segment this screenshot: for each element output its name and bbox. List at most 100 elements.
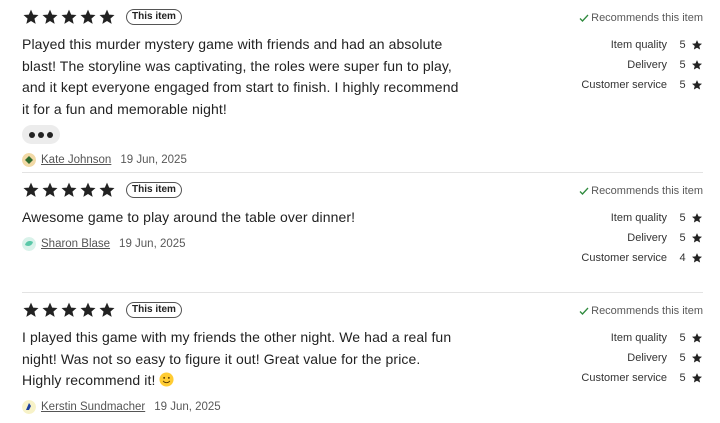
review-date: 19 Jun, 2025 <box>154 400 221 413</box>
review-summary: Recommends this item Item quality 5 Deli… <box>579 11 703 95</box>
review-body: This item Awesome game to play around th… <box>22 181 462 254</box>
metrics-list: Item quality 5 Delivery 5 Customer servi… <box>579 35 703 95</box>
slightly-smiling-face-icon <box>158 372 174 387</box>
avatar[interactable] <box>22 236 36 251</box>
checkmark-icon <box>579 307 589 315</box>
metric-value: 5 <box>679 79 686 91</box>
author-link[interactable]: Kerstin Sundmacher <box>41 401 145 413</box>
metric-value: 5 <box>679 212 686 224</box>
recommends-label: Recommends this item <box>579 184 703 198</box>
metric-label: Item quality <box>610 212 667 224</box>
rating-row: This item <box>22 301 462 319</box>
star-icon <box>23 302 39 317</box>
metric-item-quality: Item quality 5 <box>579 208 703 228</box>
review-card: This item I played this game with my fri… <box>0 293 720 423</box>
avatar[interactable] <box>22 153 36 167</box>
metric-label: Item quality <box>610 332 667 344</box>
review-author: Kerstin Sundmacher 19 Jun, 2025 <box>22 397 462 417</box>
star-icon <box>61 182 77 197</box>
star-icon <box>61 302 77 317</box>
star-icon <box>80 182 96 197</box>
rating-row: This item <box>22 8 462 26</box>
star-icon <box>80 302 96 317</box>
more-dot <box>38 131 44 138</box>
star-icon <box>42 9 58 24</box>
metric-customer-service: Customer service 5 <box>579 368 703 388</box>
review-summary: Recommends this item Item quality 5 Deli… <box>579 184 703 268</box>
metric-label: Customer service <box>581 79 667 91</box>
review-card: This item Awesome game to play around th… <box>0 173 720 292</box>
star-icon <box>692 80 702 90</box>
review-text: Awesome game to play around the table ov… <box>22 209 356 225</box>
reviews-list: This item Played this murder mystery gam… <box>0 0 720 423</box>
review-summary: Recommends this item Item quality 5 Deli… <box>579 304 703 388</box>
star-icon <box>42 302 58 317</box>
star-icon <box>692 213 702 223</box>
metric-value: 5 <box>679 352 686 364</box>
star-icon <box>61 9 77 24</box>
star-icon <box>692 233 702 243</box>
review-body: This item I played this game with my fri… <box>22 301 462 417</box>
metric-item-quality: Item quality 5 <box>579 328 703 348</box>
metric-label: Delivery <box>627 232 667 244</box>
star-icon <box>692 353 702 363</box>
review-card: This item Played this murder mystery gam… <box>0 0 720 172</box>
metric-value: 5 <box>679 232 686 244</box>
avatar[interactable] <box>22 399 36 414</box>
more-dot <box>29 131 35 138</box>
metric-label: Customer service <box>581 252 667 264</box>
star-icon <box>692 40 702 50</box>
author-link[interactable]: Kate Johnson <box>41 154 111 166</box>
checkmark-icon <box>579 187 589 195</box>
metric-label: Item quality <box>610 39 667 51</box>
recommends-text: Recommends this item <box>591 185 703 197</box>
metric-value: 4 <box>679 252 686 264</box>
review-body: This item Played this murder mystery gam… <box>22 8 462 170</box>
star-icon <box>692 373 702 383</box>
metric-customer-service: Customer service 5 <box>579 75 703 95</box>
metrics-list: Item quality 5 Delivery 5 Customer servi… <box>579 208 703 268</box>
metric-value: 5 <box>679 39 686 51</box>
star-icon <box>23 182 39 197</box>
metric-value: 5 <box>679 59 686 71</box>
checkmark-icon <box>579 14 589 22</box>
star-icon <box>99 182 115 197</box>
star-icon <box>42 182 58 197</box>
author-link[interactable]: Sharon Blase <box>41 238 110 250</box>
metric-label: Delivery <box>627 352 667 364</box>
metric-value: 5 <box>679 372 686 384</box>
star-icon <box>692 333 702 343</box>
review-date: 19 Jun, 2025 <box>120 154 187 166</box>
this-item-badge: This item <box>126 302 182 318</box>
star-icon <box>23 9 39 24</box>
rating-row: This item <box>22 181 462 199</box>
star-rating <box>22 181 116 199</box>
metric-item-quality: Item quality 5 <box>579 35 703 55</box>
star-rating <box>22 301 116 319</box>
review-text: I played this game with my friends the o… <box>22 329 452 388</box>
metric-label: Customer service <box>581 372 667 384</box>
this-item-badge: This item <box>126 9 182 25</box>
recommends-label: Recommends this item <box>579 11 703 25</box>
star-icon <box>99 9 115 24</box>
review-text-block: I played this game with my friends the o… <box>22 327 462 392</box>
more-button[interactable] <box>22 125 60 144</box>
star-icon <box>80 9 96 24</box>
star-icon <box>692 60 702 70</box>
metric-customer-service: Customer service 4 <box>579 248 703 268</box>
metric-delivery: Delivery 5 <box>579 228 703 248</box>
review-date: 19 Jun, 2025 <box>119 237 186 250</box>
review-author: Kate Johnson 19 Jun, 2025 <box>22 150 462 170</box>
review-author: Sharon Blase 19 Jun, 2025 <box>22 234 462 254</box>
star-icon <box>692 253 702 263</box>
metrics-list: Item quality 5 Delivery 5 Customer servi… <box>579 328 703 388</box>
metric-delivery: Delivery 5 <box>579 55 703 75</box>
recommends-text: Recommends this item <box>591 12 703 24</box>
star-rating <box>22 8 116 26</box>
recommends-text: Recommends this item <box>591 305 703 317</box>
star-icon <box>99 302 115 317</box>
more-dot <box>47 131 53 138</box>
metric-value: 5 <box>679 332 686 344</box>
this-item-badge: This item <box>126 182 182 198</box>
recommends-label: Recommends this item <box>579 304 703 318</box>
